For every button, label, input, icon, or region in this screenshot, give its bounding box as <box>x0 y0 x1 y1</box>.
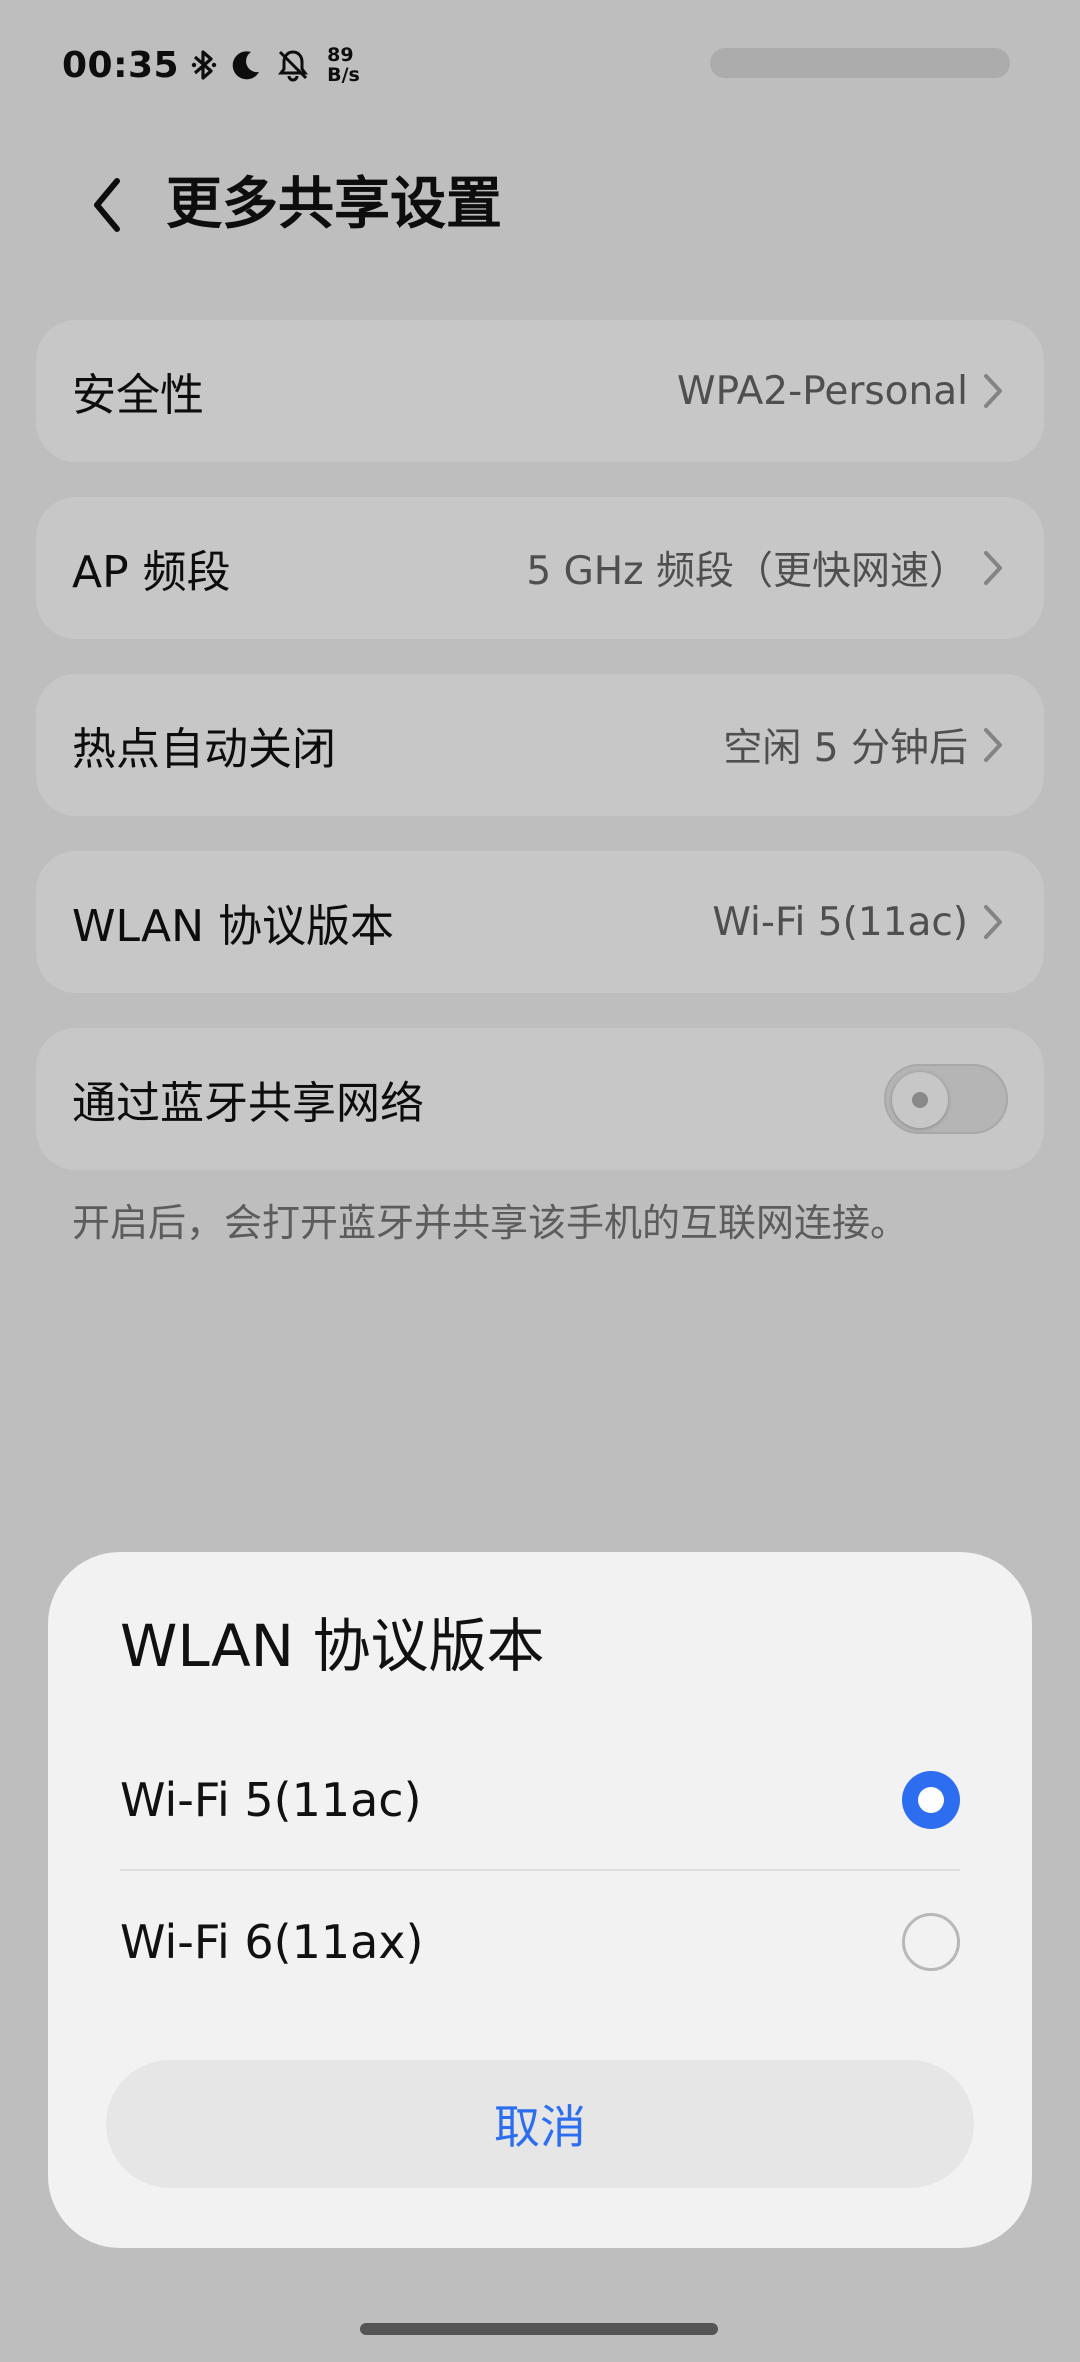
option-wifi-6[interactable]: Wi-Fi 6(11ax) <box>120 1872 960 2012</box>
option-label: Wi-Fi 5(11ac) <box>120 1773 422 1827</box>
radio-selected-icon[interactable] <box>902 1771 960 1829</box>
dialog-title: WLAN 协议版本 <box>120 1612 545 1680</box>
home-indicator[interactable] <box>360 2323 718 2335</box>
divider <box>120 1869 960 1871</box>
radio-unselected-icon[interactable] <box>902 1913 960 1971</box>
cancel-button[interactable]: 取消 <box>106 2060 974 2188</box>
option-label: Wi-Fi 6(11ax) <box>120 1915 424 1969</box>
wlan-protocol-dialog: WLAN 协议版本 Wi-Fi 5(11ac) Wi-Fi 6(11ax) 取消 <box>48 1552 1032 2248</box>
option-wifi-5[interactable]: Wi-Fi 5(11ac) <box>120 1730 960 1870</box>
